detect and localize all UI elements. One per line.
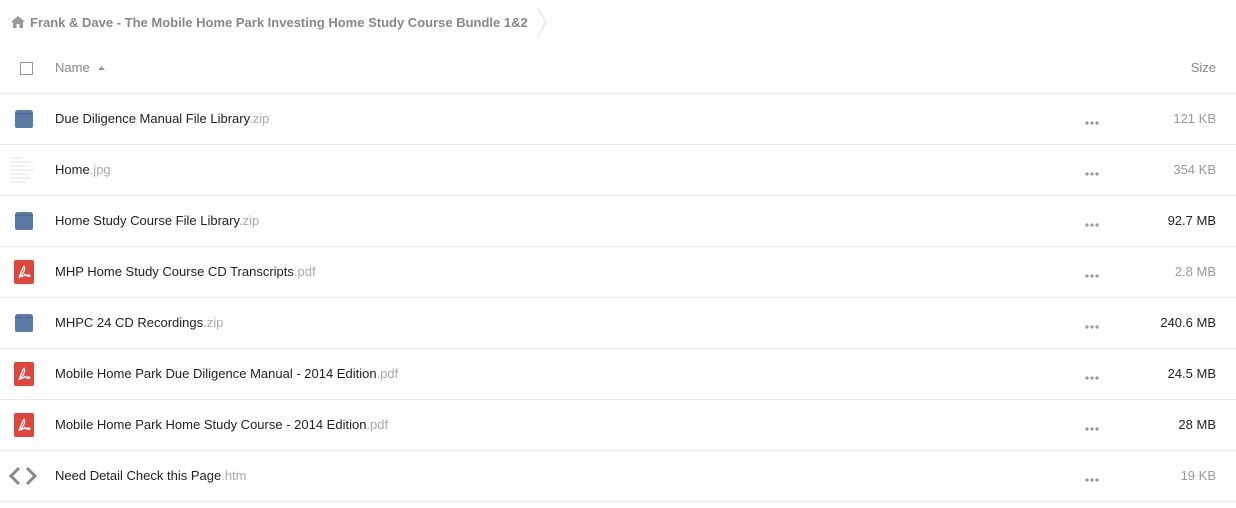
pdf-icon xyxy=(12,362,36,386)
file-extension: .htm xyxy=(221,468,247,483)
file-basename: MHPC 24 CD Recordings xyxy=(55,315,204,330)
pdf-icon xyxy=(12,260,36,284)
more-options-icon[interactable] xyxy=(1084,217,1100,227)
file-basename: Need Detail Check this Page xyxy=(55,468,222,483)
file-basename: Mobile Home Park Due Diligence Manual - … xyxy=(55,366,377,381)
file-size: 121 KB xyxy=(1173,111,1216,126)
more-options-icon[interactable] xyxy=(1084,166,1100,176)
file-row[interactable]: Home Study Course File Library.zip 92.7 M… xyxy=(0,196,1236,247)
file-size: 92.7 MB xyxy=(1167,213,1216,228)
breadcrumb: Frank & Dave - The Mobile Home Park Inve… xyxy=(0,0,1236,44)
more-options-icon[interactable] xyxy=(1084,268,1100,278)
more-options-icon[interactable] xyxy=(1084,421,1100,431)
file-name[interactable]: MHP Home Study Course CD Transcripts.pdf xyxy=(55,264,316,279)
sort-asc-icon xyxy=(97,65,105,70)
file-name[interactable]: MHPC 24 CD Recordings.zip xyxy=(55,315,223,330)
file-extension: .zip xyxy=(249,111,270,126)
archive-icon xyxy=(12,107,36,131)
file-size: 354 KB xyxy=(1173,162,1216,177)
file-name[interactable]: Due Diligence Manual File Library.zip xyxy=(55,111,269,126)
file-size: 2.8 MB xyxy=(1174,264,1216,279)
breadcrumb-label: Frank & Dave - The Mobile Home Park Inve… xyxy=(30,14,528,30)
file-row[interactable]: Mobile Home Park Home Study Course - 201… xyxy=(0,400,1236,451)
file-list: Due Diligence Manual File Library.zip 121… xyxy=(0,94,1236,502)
home-icon xyxy=(11,16,25,28)
file-basename: Due Diligence Manual File Library xyxy=(55,111,250,126)
file-size: 240.6 MB xyxy=(1160,315,1216,330)
file-extension: .zip xyxy=(203,315,224,330)
file-row[interactable]: Home.jpg 354 KB xyxy=(0,145,1236,196)
more-options-icon[interactable] xyxy=(1084,370,1100,380)
file-size: 24.5 MB xyxy=(1167,366,1216,381)
file-row[interactable]: MHPC 24 CD Recordings.zip 240.6 MB xyxy=(0,298,1236,349)
file-extension: .pdf xyxy=(293,264,316,279)
file-extension: .zip xyxy=(239,213,260,228)
file-basename: Home Study Course File Library xyxy=(55,213,239,228)
file-size: 19 KB xyxy=(1180,468,1216,483)
name-column-header[interactable]: Name xyxy=(55,60,105,75)
chevron-right-icon xyxy=(537,7,547,37)
file-name[interactable]: Mobile Home Park Home Study Course - 201… xyxy=(55,417,388,432)
file-extension: .jpg xyxy=(89,162,111,177)
list-header: Name Size xyxy=(0,44,1236,94)
pdf-icon xyxy=(12,413,36,437)
code-file-icon xyxy=(8,464,38,488)
more-options-icon[interactable] xyxy=(1084,472,1100,482)
more-options-icon[interactable] xyxy=(1084,319,1100,329)
file-row[interactable]: Mobile Home Park Due Diligence Manual - … xyxy=(0,349,1236,400)
file-name[interactable]: Need Detail Check this Page.htm xyxy=(55,468,247,483)
file-row[interactable]: Need Detail Check this Page.htm 19 KB xyxy=(0,451,1236,502)
file-name[interactable]: Mobile Home Park Due Diligence Manual - … xyxy=(55,366,398,381)
archive-icon xyxy=(12,209,36,233)
file-name[interactable]: Home Study Course File Library.zip xyxy=(55,213,259,228)
more-options-icon[interactable] xyxy=(1084,115,1100,125)
file-name[interactable]: Home.jpg xyxy=(55,162,111,177)
file-basename: Home xyxy=(55,162,90,177)
name-column-label: Name xyxy=(55,60,90,75)
size-column-header[interactable]: Size xyxy=(1191,60,1216,75)
file-basename: MHP Home Study Course CD Transcripts xyxy=(55,264,294,279)
image-file-icon xyxy=(7,153,37,187)
file-row[interactable]: Due Diligence Manual File Library.zip 121… xyxy=(0,94,1236,145)
file-extension: .pdf xyxy=(366,417,389,432)
file-row[interactable]: MHP Home Study Course CD Transcripts.pdf… xyxy=(0,247,1236,298)
archive-icon xyxy=(12,311,36,335)
select-all-checkbox[interactable] xyxy=(20,62,33,75)
file-extension: .pdf xyxy=(376,366,399,381)
breadcrumb-folder[interactable]: Frank & Dave - The Mobile Home Park Inve… xyxy=(10,10,528,34)
file-size: 28 MB xyxy=(1178,417,1216,432)
file-basename: Mobile Home Park Home Study Course - 201… xyxy=(55,417,367,432)
